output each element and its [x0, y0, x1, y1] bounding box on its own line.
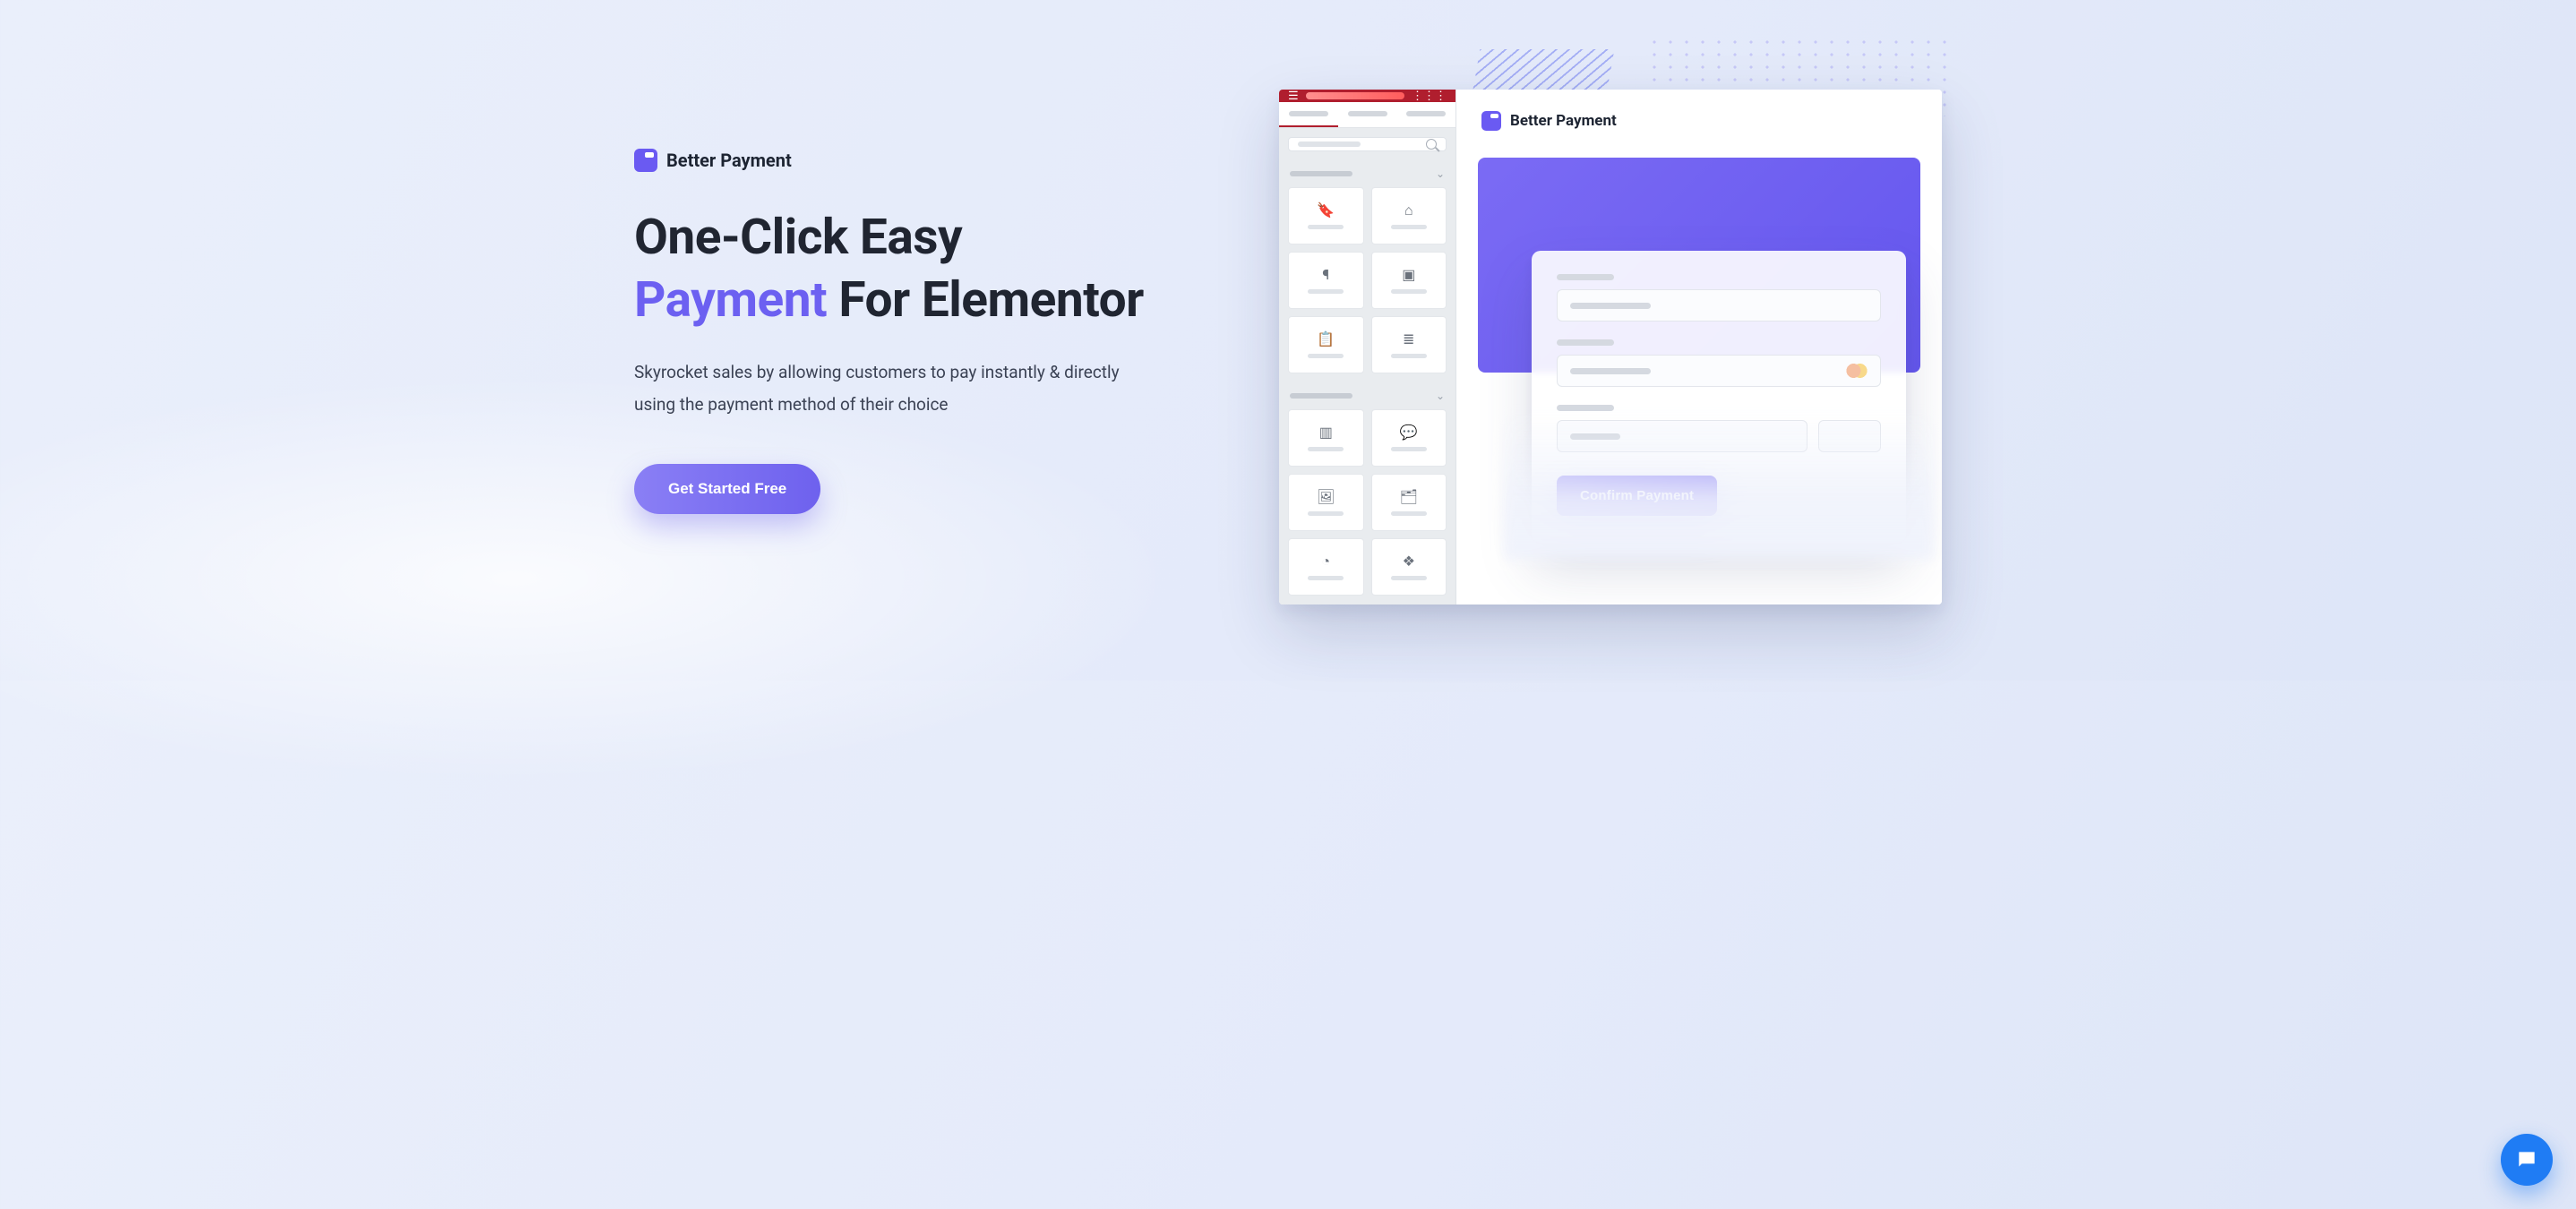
mastercard-icon	[1846, 364, 1868, 378]
form-field-card	[1557, 339, 1881, 387]
widget-form[interactable]: 🗂	[1371, 474, 1447, 531]
widget-text-align[interactable]: ≣	[1371, 316, 1447, 373]
elementor-panel: ☰ ⋮⋮⋮ ⌄ 🔖 ⌂	[1279, 90, 1456, 604]
confirm-payment-button[interactable]: Confirm Payment	[1557, 476, 1717, 516]
chevron-down-icon: ⌄	[1436, 390, 1445, 402]
cvc-input[interactable]	[1818, 420, 1881, 452]
payment-form-card: Confirm Payment	[1532, 251, 1906, 543]
grid-icon[interactable]: ⋮⋮⋮	[1412, 90, 1447, 102]
canvas-widget-header: Better Payment	[1456, 90, 1942, 145]
widget-columns[interactable]: ▥	[1288, 409, 1364, 467]
pie-chart-icon: ◔	[1321, 554, 1330, 569]
panel-tab-3[interactable]	[1396, 102, 1455, 127]
field-label	[1557, 274, 1614, 280]
diagonal-lines-decoration	[1473, 49, 1615, 94]
chat-icon	[2515, 1148, 2538, 1171]
widget-image-box[interactable]: ▣	[1371, 252, 1447, 309]
form-field-1	[1557, 274, 1881, 322]
elementor-panel-header: ☰ ⋮⋮⋮	[1279, 90, 1455, 102]
widget-section-2-header[interactable]: ⌄	[1279, 382, 1455, 406]
brand-logo-icon	[634, 149, 657, 172]
get-started-button[interactable]: Get Started Free	[634, 464, 820, 514]
widget-section-1-header[interactable]: ⌄	[1279, 160, 1455, 184]
pilcrow-icon: ¶	[1322, 268, 1329, 282]
image-icon: 🖼	[1317, 490, 1335, 504]
chevron-down-icon: ⌄	[1436, 167, 1445, 180]
widget-clipboard[interactable]: 📋	[1288, 316, 1364, 373]
chat-launcher-button[interactable]	[2501, 1134, 2553, 1186]
image-frame-icon: ▣	[1402, 268, 1415, 282]
page-title: One-Click Easy Payment For Elementor	[634, 206, 1189, 332]
bookmark-icon: 🔖	[1317, 203, 1335, 218]
widget-piechart[interactable]: ◔	[1288, 538, 1364, 596]
hero-illustration: ☰ ⋮⋮⋮ ⌄ 🔖 ⌂	[1262, 54, 1942, 609]
headline-accent: Payment	[634, 271, 827, 329]
widget-image[interactable]: 🖼	[1288, 474, 1364, 531]
brand-name: Better Payment	[666, 150, 792, 171]
brand: Better Payment	[634, 149, 1189, 172]
widget-paragraph[interactable]: ¶	[1288, 252, 1364, 309]
form-icon: 🗂	[1400, 490, 1418, 504]
hero-section: Better Payment One-Click Easy Payment Fo…	[607, 0, 1969, 663]
field-label	[1557, 405, 1614, 411]
columns-icon: ▥	[1319, 425, 1333, 440]
field-label	[1557, 339, 1614, 346]
editor-canvas: Better Payment	[1456, 90, 1942, 604]
widget-home[interactable]: ⌂	[1371, 187, 1447, 244]
widget-search-input[interactable]	[1288, 137, 1447, 151]
panel-title-placeholder	[1306, 92, 1404, 99]
panel-tab-1[interactable]	[1279, 102, 1338, 127]
search-placeholder	[1298, 141, 1361, 147]
subheadline: Skyrocket sales by allowing customers to…	[634, 356, 1136, 421]
canvas-widget-title: Better Payment	[1510, 112, 1617, 130]
panel-tab-2[interactable]	[1338, 102, 1397, 127]
card-number-input[interactable]	[1557, 355, 1881, 387]
form-field-3	[1557, 405, 1881, 452]
text-input[interactable]	[1557, 289, 1881, 322]
align-left-icon: ≣	[1403, 332, 1414, 347]
exp-input[interactable]	[1557, 420, 1807, 452]
panel-tabs	[1279, 102, 1455, 128]
search-icon	[1426, 139, 1437, 150]
widget-bookmark[interactable]: 🔖	[1288, 187, 1364, 244]
layers-icon: ❖	[1403, 554, 1415, 569]
chat-bubbles-icon: 💬	[1400, 425, 1418, 440]
widget-layers[interactable]: ❖	[1371, 538, 1447, 596]
widget-chat[interactable]: 💬	[1371, 409, 1447, 467]
widget-grid-2: ▥ 💬 🖼 🗂 ◔ ❖	[1279, 406, 1455, 604]
clipboard-icon: 📋	[1317, 332, 1335, 347]
home-icon: ⌂	[1404, 203, 1413, 218]
hamburger-icon[interactable]: ☰	[1288, 90, 1299, 102]
product-mockup: ☰ ⋮⋮⋮ ⌄ 🔖 ⌂	[1279, 90, 1942, 604]
widget-logo-icon	[1481, 111, 1501, 131]
hero-copy: Better Payment One-Click Easy Payment Fo…	[634, 149, 1189, 515]
headline-line1: One-Click Easy	[634, 209, 962, 266]
headline-line2-rest: For Elementor	[827, 271, 1144, 329]
widget-grid-1: 🔖 ⌂ ¶ ▣ 📋 ≣	[1279, 184, 1455, 382]
